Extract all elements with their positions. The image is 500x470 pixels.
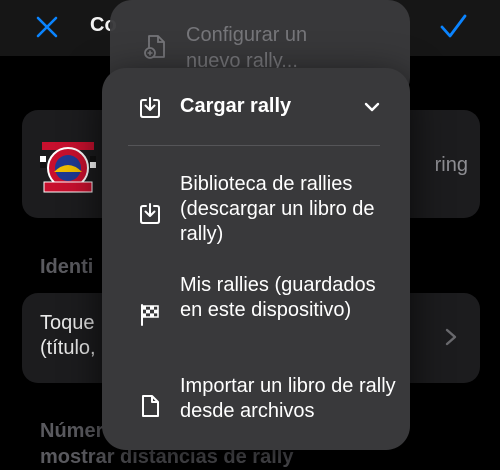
load-rally-menu-header[interactable]: Cargar rally — [180, 95, 291, 118]
close-icon[interactable] — [32, 12, 62, 42]
identity-section-header: Identi — [40, 256, 94, 278]
chevron-down-icon[interactable] — [364, 101, 380, 113]
download-tray-icon — [140, 203, 160, 224]
rally-name-fragment: ring — [434, 154, 468, 176]
load-rally-menu: Cargar rally Biblioteca de rallies (desc… — [102, 68, 410, 450]
configure-rally-label: Configurar un nuevo rally... — [186, 24, 308, 72]
rally-logo-image — [40, 142, 96, 193]
menu-item-label: Importar un libro de rally desde archivo… — [180, 375, 396, 422]
menu-item-rally-library[interactable]: Biblioteca de rallies (descargar un libr… — [102, 172, 410, 252]
checkmark-icon[interactable] — [438, 10, 468, 42]
menu-item-label: Mis rallies (guardados en este dispositi… — [180, 274, 376, 321]
chevron-right-icon — [445, 328, 457, 346]
menu-item-my-rallies[interactable]: Mis rallies (guardados en este dispositi… — [102, 273, 410, 353]
identity-card-text: Toque (título, — [40, 312, 96, 359]
document-icon — [142, 395, 159, 417]
menu-item-label: Biblioteca de rallies (descargar un libr… — [180, 173, 375, 245]
document-add-icon — [144, 35, 165, 59]
checkered-flag-icon — [141, 304, 159, 326]
menu-separator — [128, 145, 380, 146]
download-tray-icon — [140, 97, 160, 118]
menu-item-import-file[interactable]: Importar un libro de rally desde archivo… — [102, 374, 410, 430]
